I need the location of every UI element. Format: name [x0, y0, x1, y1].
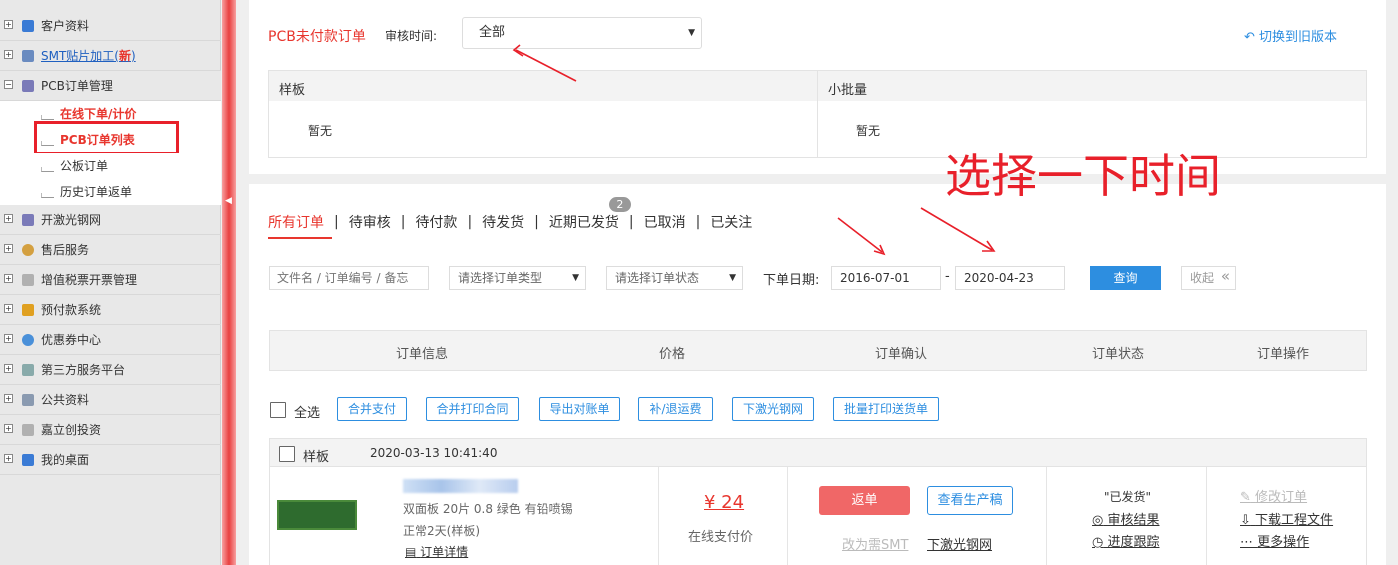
- col-confirm: 订单确认: [875, 347, 928, 362]
- query-button[interactable]: 查询: [1090, 266, 1161, 290]
- date-from-input[interactable]: 2016-07-01: [831, 266, 941, 290]
- order-specs: 双面板 20片 0.8 绿色 有铅喷锡: [403, 502, 573, 516]
- order-status: "已发货": [1104, 490, 1152, 504]
- pcb-thumbnail[interactable]: [277, 500, 357, 530]
- order-detail-link[interactable]: ▤ 订单详情: [405, 543, 468, 560]
- shipping-fee-button[interactable]: 补/退运费: [638, 397, 713, 421]
- document-icon: ▤: [405, 545, 417, 559]
- tab-all[interactable]: 所有订单: [268, 212, 324, 232]
- search-input[interactable]: [269, 266, 429, 290]
- more-icon: ⋯: [1240, 535, 1253, 550]
- col-price: 价格: [659, 347, 686, 362]
- batch-print-delivery-button[interactable]: 批量打印送货单: [833, 397, 939, 421]
- order-type: 样板: [303, 450, 330, 465]
- dropdown-arrow-icon: ▼: [729, 273, 736, 283]
- dropdown-arrow-icon: ▼: [572, 273, 579, 283]
- tab-pending-payment[interactable]: 待付款: [415, 212, 457, 232]
- view-production-button[interactable]: 查看生产稿: [927, 486, 1013, 515]
- col-order-info: 订单信息: [396, 347, 449, 362]
- tab-pending-review[interactable]: 待审核: [349, 212, 391, 232]
- return-order-button[interactable]: 返单: [819, 486, 910, 515]
- pencil-icon: ✎: [1240, 490, 1251, 505]
- order-date-label: 下单日期:: [763, 273, 820, 288]
- check-circle-icon: ◎: [1092, 513, 1104, 528]
- tab-followed[interactable]: 已关注: [710, 212, 752, 232]
- order-tabs: 所有订单 | 待审核 | 待付款 | 待发货 | 近期已发货 2 | 已取消 | 已关注: [268, 197, 753, 232]
- more-actions-link[interactable]: ⋯ 更多操作: [1240, 531, 1309, 550]
- order-time: 2020-03-13 10:41:40: [370, 446, 498, 460]
- select-all-checkbox[interactable]: [270, 402, 286, 418]
- download-files-link[interactable]: ⇩ 下载工程文件: [1240, 509, 1333, 528]
- order-status-select[interactable]: 请选择订单状态 ▼: [606, 266, 743, 290]
- select-all-label: 全选: [294, 406, 321, 421]
- double-chevron-left-icon: «: [1220, 267, 1230, 285]
- download-icon: ⇩: [1240, 513, 1251, 528]
- clock-icon: ◷: [1092, 535, 1104, 550]
- review-result-link[interactable]: ◎ 审核结果: [1092, 509, 1160, 528]
- blurred-filename: [403, 479, 518, 493]
- collapse-button[interactable]: 收起 «: [1181, 266, 1236, 290]
- order-table-header: 订单信息 价格 订单确认 订单状态 订单操作: [269, 330, 1367, 371]
- modify-order-link[interactable]: ✎ 修改订单: [1240, 486, 1307, 505]
- export-statement-button[interactable]: 导出对账单: [539, 397, 620, 421]
- date-to-input[interactable]: 2020-04-23: [955, 266, 1065, 290]
- date-separator: -: [945, 269, 950, 284]
- tab-pending-shipment[interactable]: 待发货: [482, 212, 524, 232]
- merge-print-contract-button[interactable]: 合并打印合同: [426, 397, 519, 421]
- shipped-count-badge: 2: [608, 197, 631, 212]
- tab-cancelled[interactable]: 已取消: [644, 212, 686, 232]
- order-type-select[interactable]: 请选择订单类型 ▼: [449, 266, 586, 290]
- active-tab-underline: [268, 237, 332, 239]
- merge-pay-button[interactable]: 合并支付: [337, 397, 407, 421]
- order-stencil-link[interactable]: 下激光钢网: [927, 534, 992, 553]
- col-actions: 订单操作: [1257, 347, 1310, 362]
- laser-stencil-button[interactable]: 下激光钢网: [732, 397, 814, 421]
- pay-note: 在线支付价: [688, 530, 754, 545]
- col-status: 订单状态: [1092, 347, 1145, 362]
- order-checkbox[interactable]: [279, 446, 295, 462]
- order-delivery: 正常2天(样板): [403, 524, 480, 538]
- order-price[interactable]: ¥ 24: [704, 492, 744, 513]
- change-to-smt-link[interactable]: 改为需SMT: [842, 534, 908, 553]
- progress-link[interactable]: ◷ 进度跟踪: [1092, 531, 1160, 550]
- tab-recently-shipped[interactable]: 近期已发货 2: [549, 197, 631, 232]
